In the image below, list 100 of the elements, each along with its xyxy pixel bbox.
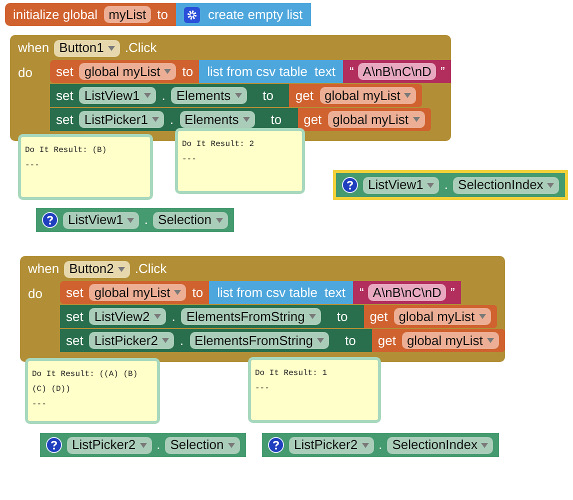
to-keyword: to [345, 332, 356, 350]
dot-separator: . [170, 110, 174, 129]
component-dropdown[interactable]: ListView1 [63, 212, 140, 228]
dropdown-caret-icon [412, 117, 420, 122]
text-string-block[interactable]: “ A\nB\nC\nD ” [343, 60, 451, 83]
dropdown-caret-icon [154, 314, 161, 319]
component-dropdown[interactable]: Button1 [54, 40, 120, 56]
component-getter-block[interactable]: ListView1 . SelectionIndex [336, 173, 566, 197]
comment-text: --- [32, 399, 48, 411]
dropdown-caret-icon [317, 338, 324, 343]
property-dropdown[interactable]: ElementsFromString [181, 308, 321, 325]
when-keyword: when [18, 39, 50, 58]
event-block[interactable]: when Button1 .Click do set global myList to list from csv table text “ A\nB\nC\nD ” set ListView1 . Elements to get global myList set ListPicker1 . Elements to get global myList [10, 35, 451, 141]
set-variable-block[interactable]: set global myList to [60, 281, 210, 304]
dropdown-caret-icon [234, 93, 242, 98]
get-variable-block[interactable]: get global myList [364, 305, 497, 328]
property-dropdown[interactable]: Selection [165, 436, 240, 454]
component-dropdown[interactable]: ListView2 [89, 308, 166, 325]
parameter-label: text [324, 284, 346, 302]
component-getter-block[interactable]: ListView1 . Selection [36, 208, 234, 232]
variable-dropdown[interactable]: global myList [402, 332, 499, 349]
dropdown-caret-icon [486, 338, 494, 343]
set-property-block[interactable]: set ListPicker1 . Elements to [50, 108, 298, 131]
get-variable-block[interactable]: get global myList [298, 108, 431, 131]
string-field[interactable]: A\nB\nC\nD [368, 284, 446, 301]
component-dropdown[interactable]: ListView1 [79, 87, 156, 104]
component-dropdown[interactable]: Button2 [64, 260, 130, 278]
to-keyword: to [157, 6, 168, 24]
to-keyword: to [336, 308, 348, 326]
variable-dropdown[interactable]: global myList [320, 87, 416, 104]
get-variable-block[interactable]: get global myList [372, 329, 505, 352]
block-label: create empty list [208, 6, 303, 24]
text-string-block[interactable]: “ A\nB\nC\nD ” [353, 281, 461, 304]
dropdown-caret-icon [547, 182, 554, 188]
event-name: .Click [124, 39, 157, 58]
set-variable-block[interactable]: set global myList to [50, 60, 200, 83]
set-property-block[interactable]: set ListView2 . ElementsFromString to [60, 305, 364, 328]
dropdown-caret-icon [362, 442, 369, 448]
property-dropdown[interactable]: Elements [171, 87, 247, 104]
do-keyword: do [18, 65, 32, 80]
to-keyword: to [270, 110, 282, 129]
set-keyword: set [66, 284, 84, 302]
initialize-variable-block[interactable]: initialize global myList to [5, 3, 176, 26]
component-dropdown[interactable]: ListPicker2 [289, 436, 374, 454]
variable-dropdown[interactable]: global myList [79, 63, 176, 80]
property-dropdown[interactable]: SelectionIndex [387, 436, 494, 454]
dropdown-caret-icon [478, 314, 486, 319]
string-field[interactable]: A\nB\nC\nD [358, 63, 436, 80]
variable-name-field[interactable]: myList [104, 6, 152, 23]
set-property-block[interactable]: set ListView1 . Elements to [50, 84, 290, 107]
block-label: initialize global [13, 6, 98, 24]
dropdown-caret-icon [162, 338, 169, 343]
property-dropdown[interactable]: ElementsFromString [190, 332, 330, 349]
dot-separator: . [162, 86, 166, 105]
to-keyword: to [262, 86, 274, 105]
dropdown-caret-icon [152, 117, 159, 122]
get-keyword: get [370, 308, 388, 326]
component-dropdown[interactable]: ListPicker2 [67, 436, 152, 454]
quote-mark: “ [349, 62, 354, 81]
comment-text: --- [182, 154, 198, 166]
comment-text: --- [25, 160, 40, 172]
block-label: list from csv table [207, 62, 308, 81]
get-keyword: get [304, 110, 322, 129]
component-dropdown[interactable]: ListPicker1 [79, 111, 164, 128]
event-name: .Click [134, 260, 167, 278]
dropdown-caret-icon [164, 69, 172, 74]
dropdown-caret-icon [108, 46, 115, 50]
set-property-block[interactable]: set ListPicker2 . ElementsFromString to [60, 329, 372, 352]
dropdown-caret-icon [242, 117, 250, 122]
event-block[interactable]: when Button2 .Click do set global myList to list from csv table text “ A\nB\nC\nD ” set ListView2 . ElementsFromString to get global myList set ListPicker2 . ElementsFromString to get global myList [20, 256, 505, 362]
set-keyword: set [66, 332, 84, 350]
dot-separator: . [444, 176, 448, 194]
variable-dropdown[interactable]: global myList [89, 284, 186, 301]
help-icon [342, 177, 358, 193]
quote-mark: ” [450, 284, 455, 302]
property-dropdown[interactable]: Elements [180, 111, 255, 128]
gear-icon[interactable] [184, 6, 200, 22]
property-dropdown[interactable]: SelectionIndex [453, 176, 560, 194]
dot-separator: . [378, 436, 382, 454]
set-keyword: set [66, 308, 84, 326]
dropdown-caret-icon [228, 442, 235, 448]
get-variable-block[interactable]: get global myList [289, 84, 422, 107]
component-getter-block[interactable]: ListPicker2 . Selection [40, 433, 246, 457]
comment-text: Do It Result: 1 [255, 368, 328, 380]
component-dropdown[interactable]: ListPicker2 [89, 332, 174, 349]
help-icon [46, 437, 62, 453]
variable-dropdown[interactable]: global myList [328, 111, 425, 128]
dropdown-caret-icon [308, 314, 316, 319]
dot-separator: . [180, 332, 184, 350]
property-dropdown[interactable]: Selection [153, 212, 228, 228]
dropdown-caret-icon [216, 218, 223, 222]
comment-text: --- [255, 383, 270, 395]
quote-mark: ” [440, 62, 445, 81]
component-dropdown[interactable]: ListView1 [363, 176, 440, 194]
variable-dropdown[interactable]: global myList [394, 308, 491, 325]
quote-mark: “ [359, 284, 364, 302]
dot-separator: . [144, 211, 148, 230]
parameter-label: text [314, 62, 336, 81]
get-keyword: get [295, 86, 314, 105]
component-getter-block[interactable]: ListPicker2 . SelectionIndex [262, 433, 500, 457]
